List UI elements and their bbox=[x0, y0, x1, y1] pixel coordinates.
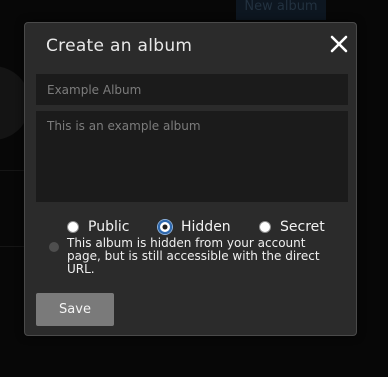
dialog-title: Create an album bbox=[46, 36, 193, 56]
page: New album Create an album Public Hidden … bbox=[0, 0, 388, 377]
visibility-option-hidden[interactable]: Hidden bbox=[158, 218, 231, 236]
album-name-input[interactable] bbox=[36, 74, 348, 105]
visibility-option-label: Hidden bbox=[181, 219, 231, 235]
info-icon bbox=[49, 242, 59, 252]
radio-button[interactable] bbox=[67, 221, 79, 233]
background-new-album-button: New album bbox=[236, 0, 326, 20]
visibility-option-label: Public bbox=[88, 219, 130, 235]
close-icon bbox=[330, 35, 348, 53]
visibility-option-label: Secret bbox=[280, 219, 325, 235]
visibility-option-secret[interactable]: Secret bbox=[259, 218, 325, 236]
visibility-option-public[interactable]: Public bbox=[67, 218, 129, 236]
radio-button-checked[interactable] bbox=[158, 220, 172, 234]
save-button[interactable]: Save bbox=[36, 293, 114, 326]
visibility-description: This album is hidden from your account p… bbox=[67, 236, 320, 276]
close-button[interactable] bbox=[328, 33, 350, 55]
create-album-dialog: Create an album Public Hidden Secret Thi… bbox=[24, 22, 357, 336]
album-description-input[interactable] bbox=[36, 111, 348, 202]
radio-button[interactable] bbox=[259, 221, 271, 233]
